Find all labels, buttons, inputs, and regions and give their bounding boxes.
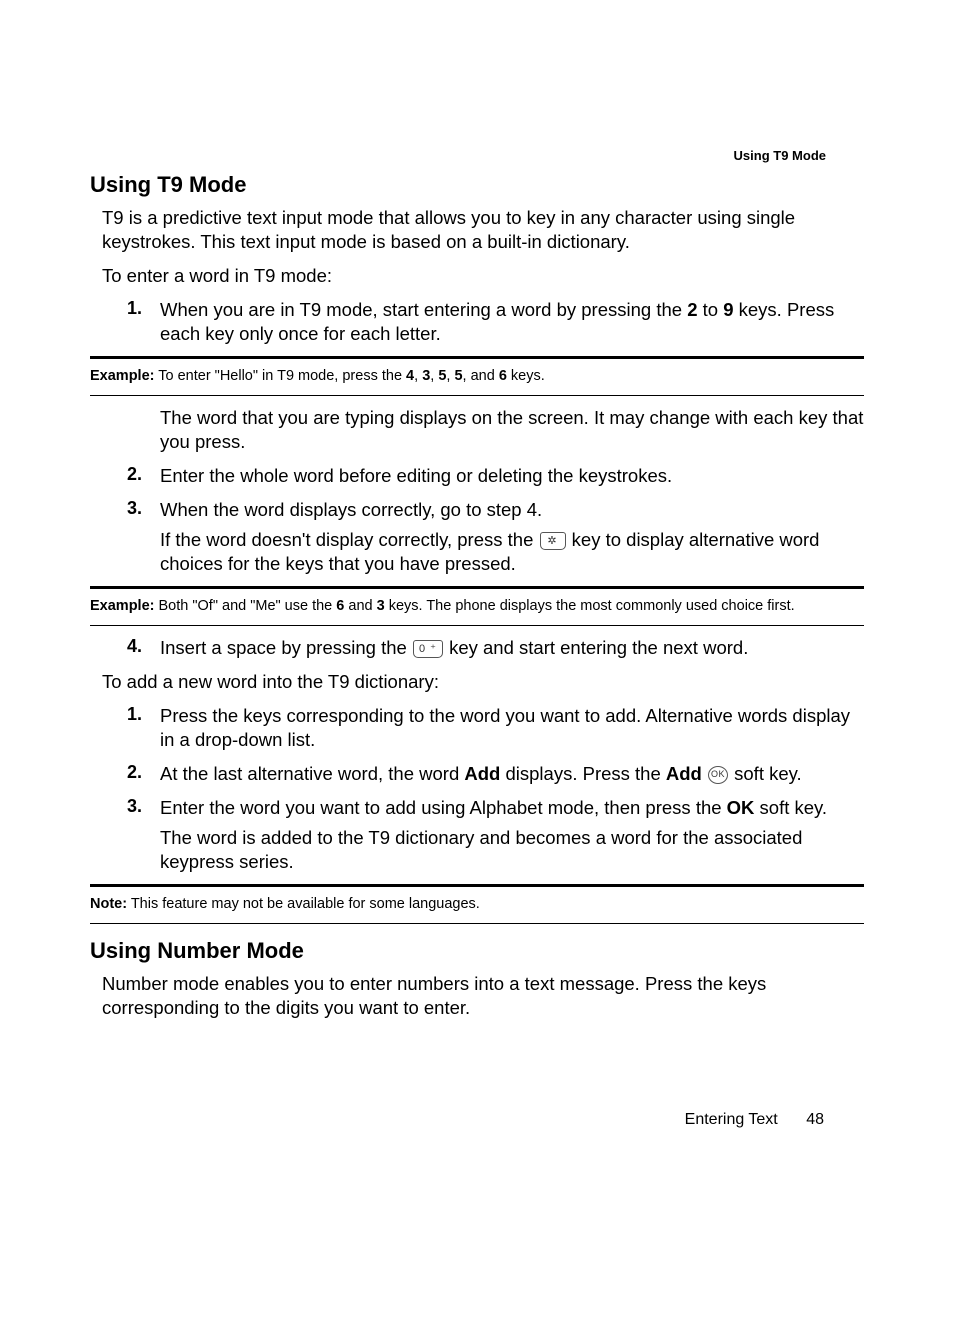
ordered-list: 4. Insert a space by pressing the 0 ⁺ ke… — [102, 636, 864, 660]
heading-using-number-mode: Using Number Mode — [90, 938, 864, 964]
paragraph: To add a new word into the T9 dictionary… — [102, 670, 864, 694]
paragraph: To enter a word in T9 mode: — [102, 264, 864, 288]
text: At the last alternative word, the word — [160, 763, 464, 784]
list-number: 2. — [102, 762, 146, 783]
bold-text: OK — [727, 797, 755, 818]
bold-text: Add — [464, 763, 500, 784]
list-number: 1. — [102, 298, 146, 319]
text: key and start entering the next word. — [449, 637, 748, 658]
list-item: 1. When you are in T9 mode, start enteri… — [102, 298, 864, 346]
text: to — [697, 299, 723, 320]
text: keys. The phone displays the most common… — [385, 598, 795, 614]
list-number: 2. — [102, 464, 146, 485]
text: This feature may not be available for so… — [127, 896, 480, 912]
list-item: 2. At the last alternative word, the wor… — [102, 762, 864, 786]
text: soft key. — [754, 797, 827, 818]
list-number: 3. — [102, 796, 146, 817]
example-box: Example: Both "Of" and "Me" use the 6 an… — [90, 586, 864, 626]
list-number: 1. — [102, 704, 146, 725]
text: When the word displays correctly, go to … — [160, 499, 542, 520]
page: Using T9 Mode Using T9 Mode T9 is a pred… — [0, 0, 954, 1319]
text: keys. — [507, 368, 545, 384]
note-label: Note: — [90, 896, 127, 912]
heading-using-t9-mode: Using T9 Mode — [90, 172, 864, 198]
example-label: Example: — [90, 598, 154, 614]
running-head: Using T9 Mode — [734, 148, 826, 163]
paragraph: T9 is a predictive text input mode that … — [102, 206, 864, 254]
text: Insert a space by pressing the — [160, 637, 412, 658]
text: Enter the word you want to add using Alp… — [160, 797, 727, 818]
ok-key-icon: OK — [708, 766, 728, 784]
text: soft key. — [734, 763, 802, 784]
example-label: Example: — [90, 368, 154, 384]
continuation: If the word doesn't display correctly, p… — [160, 528, 864, 576]
text: To enter "Hello" in T9 mode, press the — [154, 368, 406, 384]
list-item: 1. Press the keys corresponding to the w… — [102, 704, 864, 752]
page-number: 48 — [806, 1111, 824, 1128]
key-label: 5 — [454, 368, 462, 384]
text: displays. Press the — [500, 763, 666, 784]
key-label: 9 — [723, 299, 733, 320]
text: , — [414, 368, 422, 384]
ordered-list: 1. When you are in T9 mode, start enteri… — [102, 298, 864, 346]
footer-section: Entering Text — [685, 1111, 778, 1128]
list-text: Enter the whole word before editing or d… — [146, 464, 864, 488]
ordered-list: The word that you are typing displays on… — [102, 406, 864, 576]
list-text: When you are in T9 mode, start entering … — [146, 298, 864, 346]
list-item: 2. Enter the whole word before editing o… — [102, 464, 864, 488]
list-text: Enter the word you want to add using Alp… — [146, 796, 864, 874]
key-label: 3 — [377, 598, 385, 614]
key-label: 4 — [406, 368, 414, 384]
ordered-list: 1. Press the keys corresponding to the w… — [102, 704, 864, 874]
list-text: Insert a space by pressing the 0 ⁺ key a… — [146, 636, 864, 660]
key-label: 2 — [687, 299, 697, 320]
list-number: 4. — [102, 636, 146, 657]
text: , and — [463, 368, 499, 384]
continuation: The word is added to the T9 dictionary a… — [160, 826, 864, 874]
text: If the word doesn't display correctly, p… — [160, 529, 539, 550]
content: Using T9 Mode T9 is a predictive text in… — [90, 172, 864, 1020]
list-text: When the word displays correctly, go to … — [146, 498, 864, 576]
list-text: At the last alternative word, the word A… — [146, 762, 864, 786]
list-number: 3. — [102, 498, 146, 519]
list-item: 3. Enter the word you want to add using … — [102, 796, 864, 874]
list-item: 3. When the word displays correctly, go … — [102, 498, 864, 576]
bold-text: Add — [666, 763, 702, 784]
note-box: Note: This feature may not be available … — [90, 884, 864, 924]
list-item: 4. Insert a space by pressing the 0 ⁺ ke… — [102, 636, 864, 660]
zero-key-icon: 0 ⁺ — [413, 640, 443, 658]
key-label: 6 — [499, 368, 507, 384]
text: Both "Of" and "Me" use the — [154, 598, 336, 614]
page-footer: Entering Text 48 — [685, 1111, 824, 1129]
list-item: The word that you are typing displays on… — [102, 406, 864, 454]
text: When you are in T9 mode, start entering … — [160, 299, 687, 320]
example-box: Example: To enter "Hello" in T9 mode, pr… — [90, 356, 864, 396]
list-text: Press the keys corresponding to the word… — [146, 704, 864, 752]
star-key-icon: ✲ — [540, 532, 566, 550]
text: and — [344, 598, 376, 614]
list-text: The word that you are typing displays on… — [146, 406, 864, 454]
paragraph: Number mode enables you to enter numbers… — [102, 972, 864, 1020]
